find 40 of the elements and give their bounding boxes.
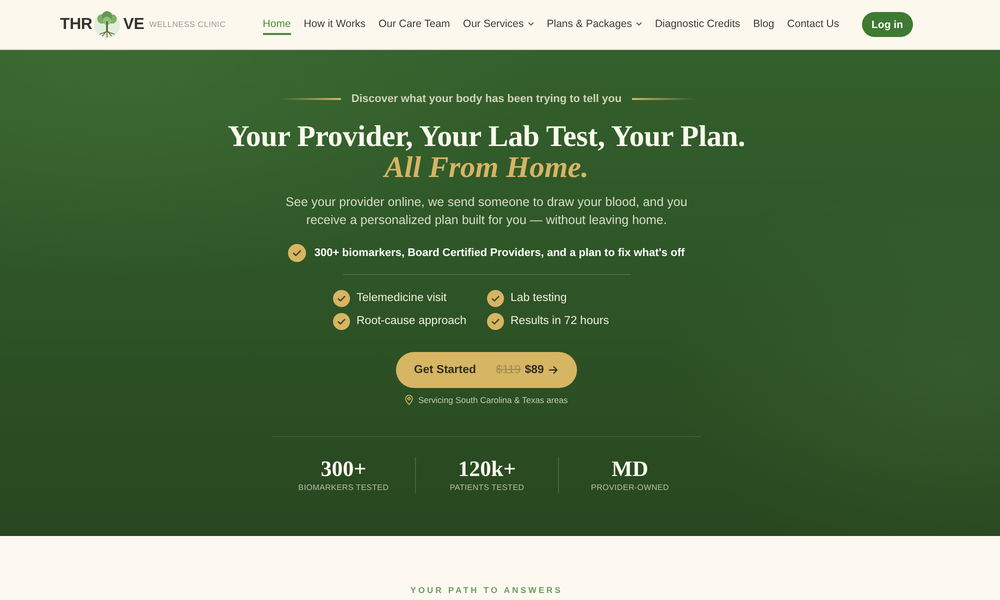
check-icon (332, 312, 350, 330)
stat-label: PATIENTS TESTED (450, 483, 524, 493)
feature-text: Telemedicine visit (356, 291, 447, 306)
stat-label: BIOMARKERS TESTED (298, 483, 389, 493)
headline: Your Provider, Your Lab Test, Your Plan. (228, 121, 746, 152)
nav-link[interactable]: Plans & Packages (546, 14, 642, 35)
feature-text: Root-cause approach (356, 314, 466, 329)
check-icon (486, 312, 504, 330)
arrow-right-icon (548, 366, 558, 374)
nav-link[interactable]: Home (262, 14, 291, 35)
logo-text: THR (60, 14, 92, 34)
headline-accent: All From Home. (384, 152, 589, 183)
nav-link[interactable]: Diagnostic Credits (654, 14, 740, 35)
get-started-button[interactable]: Get Started $119 $89 (396, 352, 577, 388)
service-area-text: Servicing South Carolina & Texas areas (418, 394, 568, 406)
nav-link[interactable]: Our Care Team (378, 14, 450, 35)
hero-eyebrow: Discover what your body has been trying to tell you (351, 92, 622, 107)
nav-link[interactable]: How it Works (304, 14, 366, 35)
stat-value: MD (612, 457, 648, 481)
stat-value: 300+ (320, 457, 366, 481)
tree-icon (94, 10, 120, 40)
logo-tagline: WELLNESS CLINIC (149, 19, 226, 31)
nav-link[interactable]: Our Services (463, 14, 534, 35)
feature-text: Results in 72 hours (510, 314, 609, 329)
caret-icon (528, 22, 534, 26)
nav-link[interactable]: Contact Us (787, 14, 840, 35)
hero-description: See your provider online, we send someone to draw your blood, and you receive a personalized plan built for you — without leaving home. (284, 194, 688, 229)
section-eyebrow: YOUR PATH TO ANSWERS (410, 585, 563, 595)
logo-text: VE (123, 14, 144, 34)
check-icon (288, 244, 306, 262)
location-pin-icon (405, 395, 414, 405)
caret-icon (636, 22, 642, 26)
login-button[interactable]: Log in (862, 12, 913, 37)
highlight-text: 300+ biomarkers, Board Certified Providers, and a plan to fix what's off (314, 246, 685, 261)
nav-link[interactable]: Blog (753, 14, 774, 35)
stat-value: 120k+ (458, 457, 516, 481)
check-icon (332, 290, 350, 306)
check-icon (486, 290, 504, 306)
feature-text: Lab testing (510, 291, 567, 306)
stat-label: PROVIDER-OWNED (591, 483, 669, 493)
